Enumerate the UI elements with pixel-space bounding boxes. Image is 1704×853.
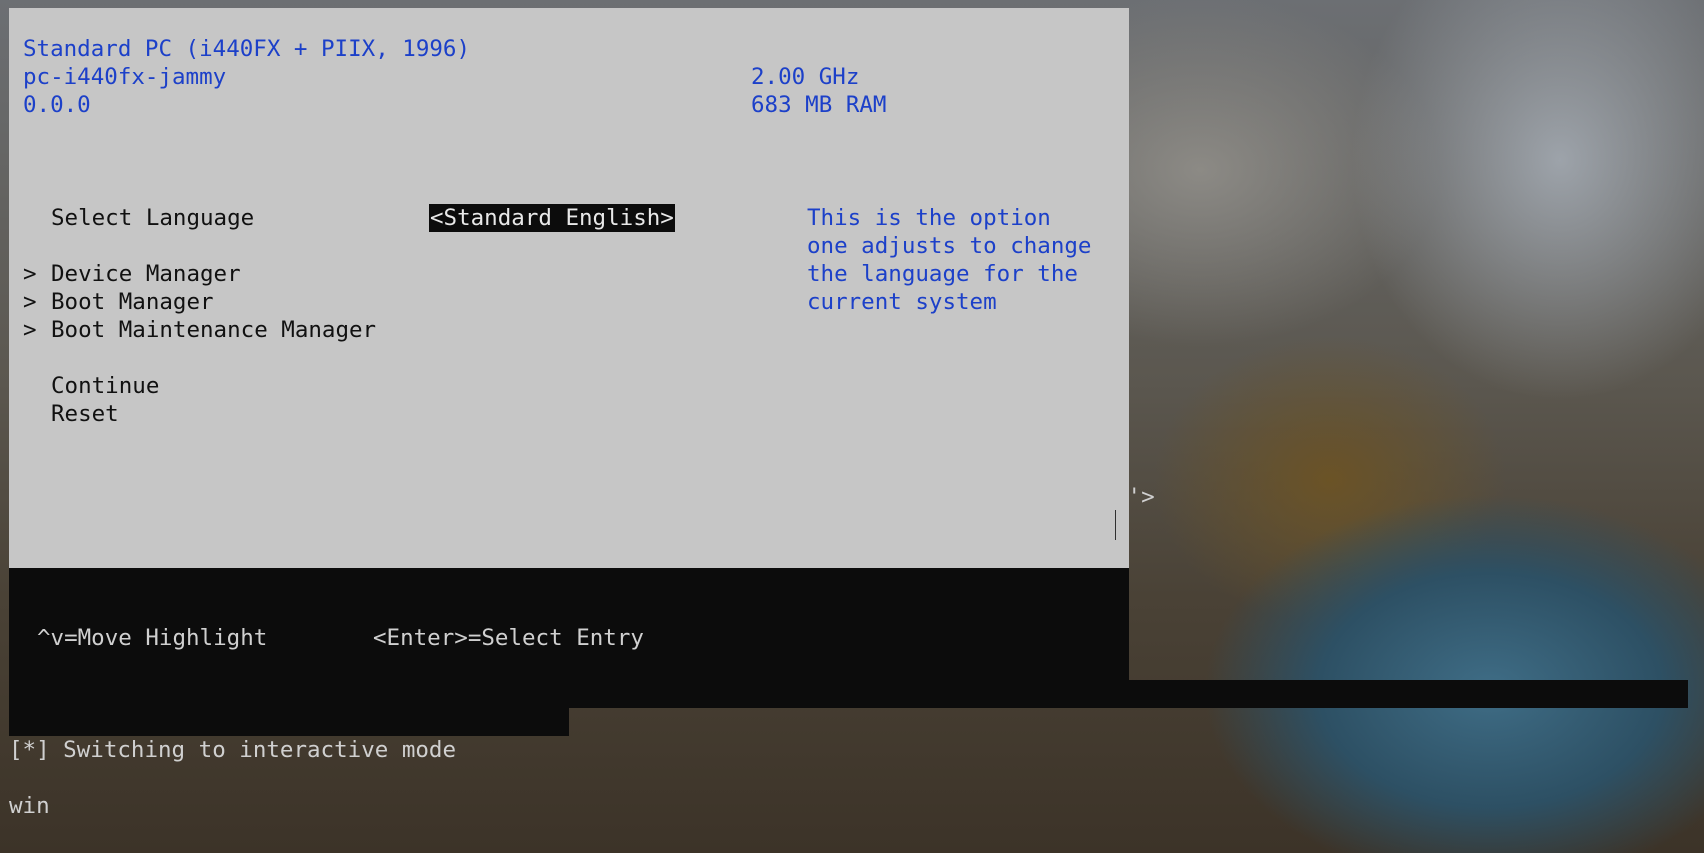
terminal-strip (569, 680, 1688, 708)
reset-option[interactable]: Reset (51, 400, 119, 428)
submenu-arrow: > (23, 289, 37, 315)
menu-item-label: Boot Maintenance Manager (51, 317, 377, 343)
move-highlight-hint: ^v=Move Highlight (37, 625, 268, 651)
menu-item-label: Device Manager (51, 261, 241, 287)
terminal-left-block (9, 680, 569, 736)
console-input-line[interactable]: win (9, 792, 50, 820)
select-entry-hint: <Enter>=Select Entry (373, 625, 644, 651)
menu-item-label: Boot Manager (51, 289, 214, 315)
continue-option[interactable]: Continue (51, 372, 159, 400)
text-cursor (1115, 510, 1116, 540)
submenu-arrow: > (23, 261, 37, 287)
help-line: current system (807, 289, 997, 315)
firmware-version: 0.0.0 (23, 92, 91, 118)
cpu-speed: 2.00 GHz (751, 64, 860, 90)
ram-size: 683 MB RAM (751, 92, 887, 118)
select-language-label: Select Language (51, 205, 255, 231)
help-line: This is the option (807, 205, 1051, 231)
help-line: the language for the (807, 261, 1078, 287)
machine-name: Standard PC (i440FX + PIIX, 1996) (23, 36, 471, 62)
submenu-arrow: > (23, 317, 37, 343)
help-line: one adjusts to change (807, 233, 1092, 259)
language-selector[interactable]: <Standard English> (429, 204, 675, 232)
machine-type: pc-i440fx-jammy (23, 64, 227, 90)
console-status-line: [*] Switching to interactive mode (9, 737, 457, 763)
